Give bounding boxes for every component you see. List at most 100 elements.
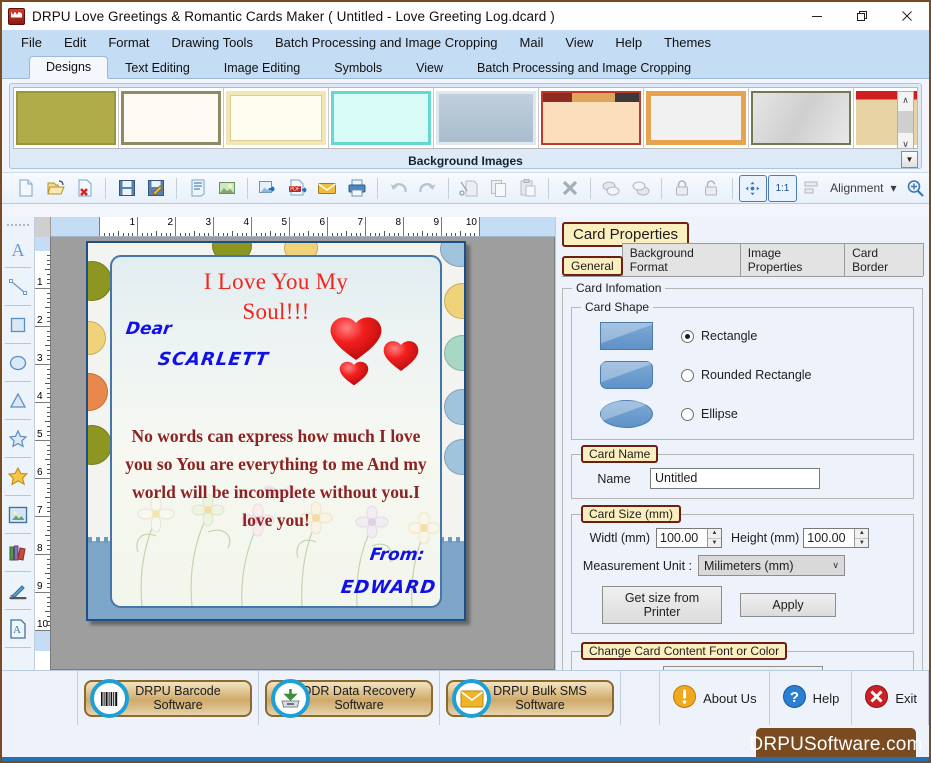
- alignment-icon[interactable]: [798, 175, 826, 202]
- cut-icon[interactable]: [455, 175, 483, 202]
- text-tool-icon[interactable]: A: [3, 230, 33, 267]
- card-sender-name[interactable]: EDWARD: [339, 577, 437, 598]
- background-thumbnail-strip[interactable]: ∧ ∨: [13, 87, 918, 149]
- card-greeting-label[interactable]: Dear: [125, 319, 173, 339]
- scroll-thumb[interactable]: [898, 111, 913, 133]
- properties-tab-card-border[interactable]: Card Border: [844, 243, 924, 276]
- card-object[interactable]: I Love You My Soul!!! Dear SCARLETT No w…: [86, 241, 466, 621]
- bring-to-front-icon[interactable]: [597, 175, 625, 202]
- width-value[interactable]: 100.00: [657, 529, 707, 547]
- new-document-icon[interactable]: [12, 175, 40, 202]
- card-surface[interactable]: I Love You My Soul!!! Dear SCARLETT No w…: [110, 255, 442, 608]
- background-thumb-blue-grey[interactable]: [434, 88, 539, 148]
- open-folder-icon[interactable]: [41, 175, 69, 202]
- menu-format[interactable]: Format: [97, 33, 160, 52]
- send-to-back-icon[interactable]: [626, 175, 654, 202]
- print-icon[interactable]: [343, 175, 371, 202]
- stepper-up-icon[interactable]: ▲: [708, 529, 721, 539]
- delete-icon[interactable]: [555, 175, 583, 202]
- promo-drpu-barcode[interactable]: DRPU Barcode Software: [78, 671, 259, 725]
- scroll-down-icon[interactable]: ∨: [902, 136, 909, 149]
- fit-to-window-icon[interactable]: [738, 174, 768, 202]
- rectangle-radio-row[interactable]: Rectangle: [681, 329, 757, 343]
- properties-tab-general[interactable]: General: [562, 256, 623, 276]
- ellipse-radio-row[interactable]: Ellipse: [681, 407, 738, 421]
- card-from-label[interactable]: From:: [368, 545, 425, 565]
- stepper-down-icon[interactable]: ▼: [708, 539, 721, 548]
- export-image-icon[interactable]: [254, 175, 282, 202]
- line-tool-icon[interactable]: [3, 268, 33, 305]
- maximize-icon[interactable]: [839, 2, 884, 30]
- menu-edit[interactable]: Edit: [53, 33, 97, 52]
- design-canvas[interactable]: I Love You My Soul!!! Dear SCARLETT No w…: [51, 237, 555, 670]
- palette-grip[interactable]: [7, 221, 29, 228]
- tab-designs[interactable]: Designs: [29, 56, 109, 79]
- ellipse-shape-icon[interactable]: [600, 400, 653, 428]
- background-thumb-grey-marble[interactable]: [749, 88, 854, 148]
- save-icon[interactable]: [112, 175, 140, 202]
- scroll-up-icon[interactable]: ∧: [902, 92, 909, 108]
- alignment-label[interactable]: Alignment: [827, 181, 886, 195]
- menu-file[interactable]: File: [10, 33, 53, 52]
- get-size-from-printer-button[interactable]: Get size from Printer: [602, 586, 722, 624]
- expand-panel-icon[interactable]: ▼: [901, 151, 918, 168]
- background-thumb-aqua[interactable]: [329, 88, 434, 148]
- rectangle-shape-icon[interactable]: [600, 322, 653, 350]
- rounded-rectangle-radio[interactable]: [681, 368, 694, 382]
- triangle-tool-icon[interactable]: [3, 382, 33, 419]
- copy-icon[interactable]: [484, 175, 512, 202]
- picture-tool-icon[interactable]: [3, 496, 33, 533]
- close-document-icon[interactable]: [71, 175, 99, 202]
- close-icon[interactable]: [884, 2, 929, 30]
- tab-image-editing[interactable]: Image Editing: [207, 58, 317, 79]
- ellipse-radio[interactable]: [681, 407, 694, 421]
- symbol-tool-icon[interactable]: [3, 458, 33, 495]
- about-us-button[interactable]: About Us: [659, 671, 768, 725]
- rectangle-tool-icon[interactable]: [3, 306, 33, 343]
- menu-themes[interactable]: Themes: [653, 33, 722, 52]
- background-strip-scrollbar[interactable]: ∧ ∨: [897, 91, 914, 149]
- height-stepper-arrows[interactable]: ▲ ▼: [854, 529, 869, 547]
- undo-icon[interactable]: [384, 175, 412, 202]
- tab-symbols[interactable]: Symbols: [317, 58, 399, 79]
- properties-tab-background-format[interactable]: Background Format: [621, 243, 741, 276]
- actual-size-icon[interactable]: 1:1: [768, 174, 797, 202]
- menu-batch-processing[interactable]: Batch Processing and Image Cropping: [264, 33, 509, 52]
- background-image-icon[interactable]: [213, 175, 241, 202]
- card-body-text[interactable]: No words can express how much I love you…: [120, 422, 432, 534]
- zoom-in-icon[interactable]: [901, 175, 929, 202]
- apply-button[interactable]: Apply: [740, 593, 836, 617]
- background-thumb-ivory-ornate[interactable]: [224, 88, 329, 148]
- tab-batch-processing[interactable]: Batch Processing and Image Cropping: [460, 58, 708, 79]
- barcode-tool-icon[interactable]: [3, 534, 33, 571]
- promo-ddr-data-recovery[interactable]: DDR Data Recovery Software: [259, 671, 440, 725]
- card-shape-option-ellipse[interactable]: Ellipse: [578, 400, 907, 428]
- tab-view[interactable]: View: [399, 58, 460, 79]
- chevron-down-icon[interactable]: ▾: [887, 181, 899, 195]
- rectangle-radio[interactable]: [681, 329, 694, 343]
- card-shape-option-rectangle[interactable]: Rectangle: [578, 322, 907, 350]
- stepper-up-icon[interactable]: ▲: [855, 529, 869, 539]
- menu-drawing-tools[interactable]: Drawing Tools: [161, 33, 264, 52]
- signature-tool-icon[interactable]: [3, 572, 33, 609]
- height-value[interactable]: 100.00: [804, 529, 854, 547]
- background-thumb-olive[interactable]: [14, 88, 119, 148]
- redo-icon[interactable]: [414, 175, 442, 202]
- background-thumb-white-stitched[interactable]: [644, 88, 749, 148]
- height-stepper[interactable]: 100.00 ▲ ▼: [803, 528, 870, 548]
- help-button[interactable]: ? Help: [768, 671, 852, 725]
- menu-view[interactable]: View: [554, 33, 604, 52]
- lock-icon[interactable]: [668, 175, 696, 202]
- watermark-tool-icon[interactable]: A: [3, 610, 33, 647]
- measurement-unit-select[interactable]: Milimeters (mm) ∨: [698, 555, 845, 576]
- card-properties-icon[interactable]: [183, 175, 211, 202]
- minimize-icon[interactable]: [794, 2, 839, 30]
- unlock-icon[interactable]: [697, 175, 725, 202]
- promo-drpu-bulk-sms[interactable]: DRPU Bulk SMS Software: [440, 671, 621, 725]
- ellipse-tool-icon[interactable]: [3, 344, 33, 381]
- card-recipient-name[interactable]: SCARLETT: [157, 349, 271, 370]
- width-stepper[interactable]: 100.00 ▲ ▼: [656, 528, 722, 548]
- menu-help[interactable]: Help: [604, 33, 653, 52]
- width-stepper-arrows[interactable]: ▲ ▼: [707, 529, 721, 547]
- exit-button[interactable]: Exit: [851, 671, 929, 725]
